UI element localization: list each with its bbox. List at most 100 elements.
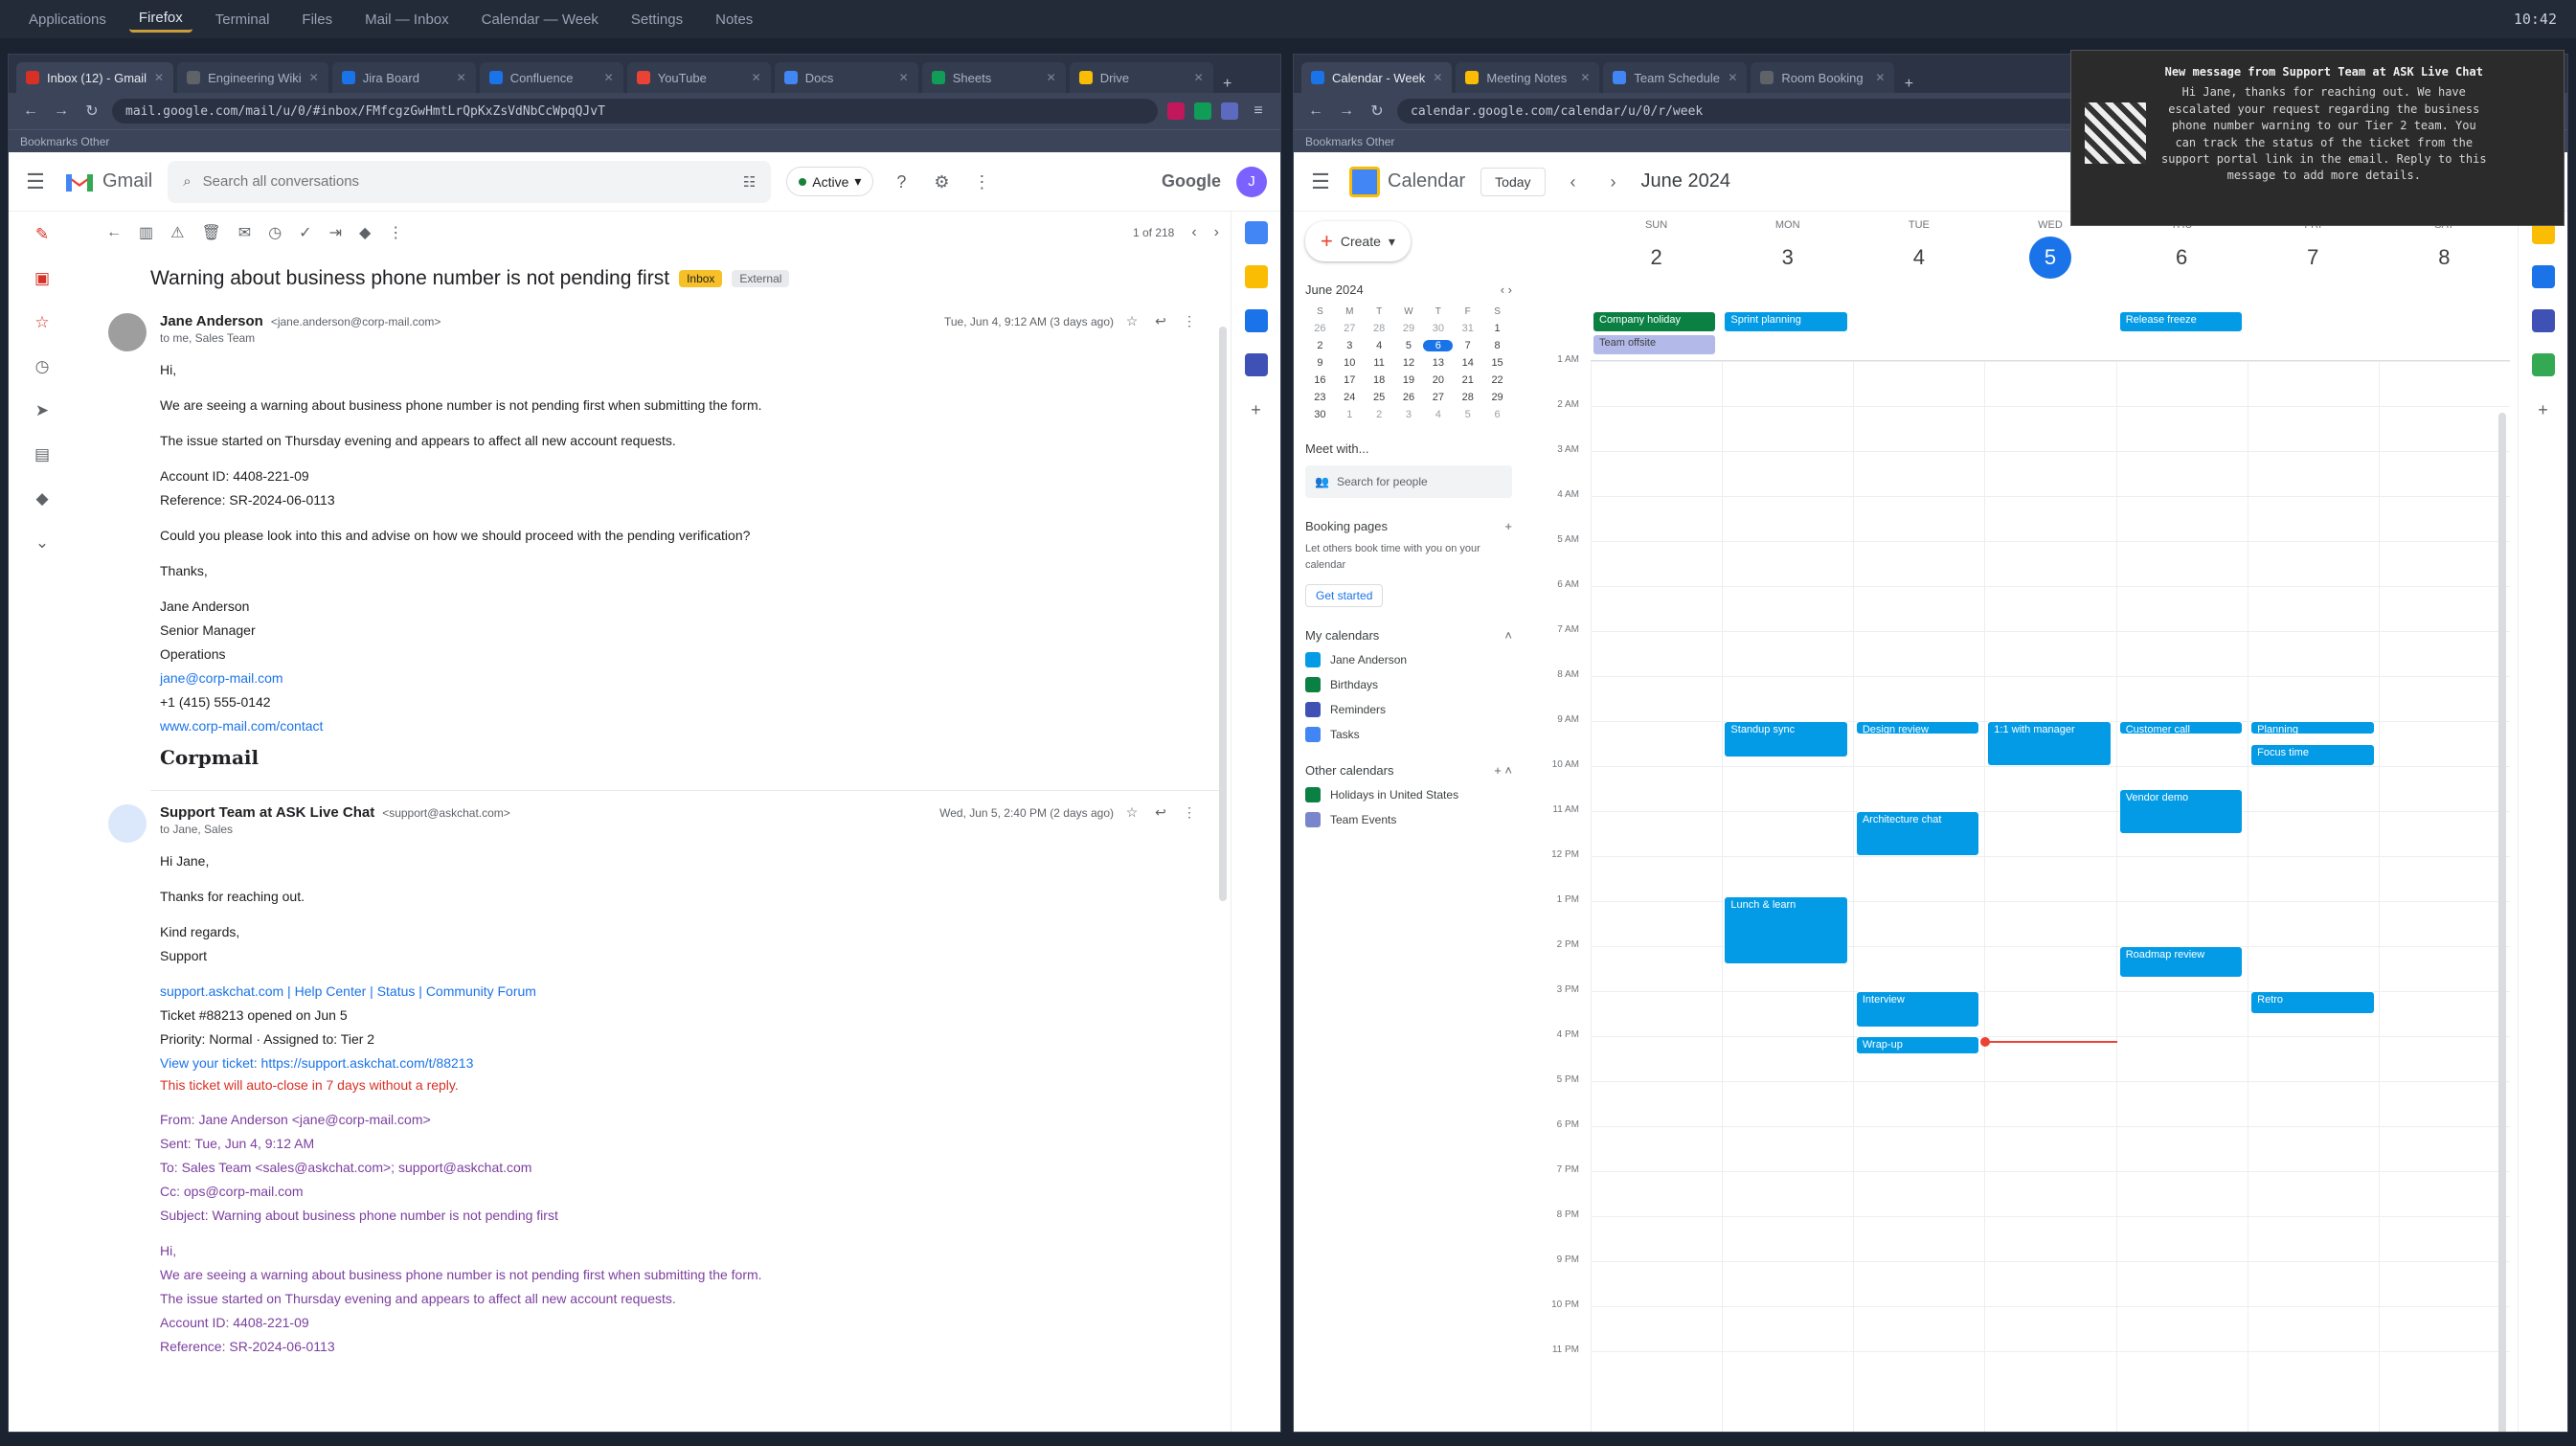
star-icon[interactable]: ☆ xyxy=(1121,804,1142,821)
inbox-icon[interactable]: ▣ xyxy=(29,265,56,292)
calendar-event[interactable]: Standup sync xyxy=(1724,721,1848,757)
extension-icon[interactable] xyxy=(1167,102,1185,120)
reply-icon[interactable]: ↩ xyxy=(1150,313,1171,329)
thread-scrollbar[interactable] xyxy=(1219,327,1227,901)
sender-avatar[interactable] xyxy=(108,313,147,351)
archive-icon[interactable]: ▥ xyxy=(139,223,153,242)
day-number[interactable]: 3 xyxy=(1767,237,1809,279)
taskbar-item[interactable]: Calendar — Week xyxy=(472,8,608,32)
search-people-field[interactable]: 👥 Search for people xyxy=(1305,465,1512,498)
starred-icon[interactable]: ☆ xyxy=(29,309,56,336)
gmail-search-input[interactable] xyxy=(202,173,732,190)
mini-day[interactable]: 23 xyxy=(1305,392,1335,403)
mini-day[interactable]: 12 xyxy=(1394,357,1424,369)
mini-day[interactable]: 30 xyxy=(1305,409,1335,420)
forward-icon[interactable]: → xyxy=(51,102,72,120)
signature-website-link[interactable]: www.corp-mail.com/contact xyxy=(160,716,1200,736)
calendar-event[interactable]: Architecture chat xyxy=(1855,811,1980,856)
recipients-line[interactable]: to Jane, Sales xyxy=(160,823,1200,836)
browser-tab[interactable]: Room Booking ✕ xyxy=(1751,62,1895,93)
calendar-app-icon[interactable] xyxy=(1244,221,1268,244)
new-tab-icon[interactable]: + xyxy=(1217,76,1238,93)
mini-day[interactable]: 20 xyxy=(1423,374,1453,386)
mini-day[interactable]: 3 xyxy=(1394,409,1424,420)
delete-icon[interactable]: 🗑 xyxy=(201,223,220,242)
mini-day[interactable]: 22 xyxy=(1482,374,1512,386)
calendar-event[interactable]: Design review xyxy=(1855,721,1980,735)
taskbar-item[interactable]: Terminal xyxy=(206,8,280,32)
tab-close-icon[interactable]: ✕ xyxy=(1047,71,1056,84)
browser-tab[interactable]: Calendar - Week ✕ xyxy=(1301,62,1453,93)
mini-day[interactable]: 18 xyxy=(1365,374,1394,386)
mini-day[interactable]: 6 xyxy=(1482,409,1512,420)
browser-tab[interactable]: Team Schedule ✕ xyxy=(1603,62,1748,93)
mini-day[interactable]: 11 xyxy=(1365,357,1394,369)
browser-tab[interactable]: YouTube ✕ xyxy=(626,62,771,93)
main-menu-icon[interactable]: ☰ xyxy=(1307,169,1334,194)
day-column-header[interactable]: WED 5 xyxy=(1984,212,2115,307)
time-grid[interactable]: 1 AM 2 AM 3 AM 4 AM 5 AM 6 AM 7 AM 8 AM 9 AM 10 A… xyxy=(1524,354,2510,1432)
add-icon[interactable]: + ˄ xyxy=(1494,763,1512,778)
calendar-event[interactable]: 1:1 with manager xyxy=(1987,721,2112,766)
mini-day[interactable]: 27 xyxy=(1423,392,1453,403)
calendar-checkbox-icon[interactable] xyxy=(1305,812,1321,827)
sender-avatar[interactable] xyxy=(108,804,147,843)
mini-day[interactable]: 13 xyxy=(1423,357,1453,369)
mini-day[interactable]: 29 xyxy=(1394,323,1424,334)
more-vert-icon[interactable]: ⋮ xyxy=(388,223,403,242)
keep-app-icon[interactable] xyxy=(1244,265,1268,288)
create-event-button[interactable]: + Create ▾ xyxy=(1305,221,1411,261)
mini-day[interactable]: 31 xyxy=(1453,323,1482,334)
sender-name[interactable]: Jane Anderson xyxy=(160,313,263,329)
taskbar-item[interactable]: Notes xyxy=(706,8,762,32)
mini-day[interactable]: 6 xyxy=(1423,340,1454,351)
contacts-app-icon[interactable] xyxy=(1244,353,1268,376)
tasks-app-icon[interactable] xyxy=(1244,309,1268,332)
mini-day[interactable]: 10 xyxy=(1335,357,1365,369)
day-column-header[interactable]: TUE 4 xyxy=(1853,212,1984,307)
calendar-event[interactable]: Wrap-up xyxy=(1855,1036,1980,1054)
mini-day[interactable]: 4 xyxy=(1423,409,1453,420)
calendar-list-item[interactable]: Tasks xyxy=(1305,727,1512,742)
mini-day[interactable]: 27 xyxy=(1335,323,1365,334)
add-addon-icon[interactable]: + xyxy=(1244,397,1269,422)
mini-day[interactable]: 29 xyxy=(1482,392,1512,403)
report-spam-icon[interactable]: ⚠ xyxy=(170,223,184,242)
mini-day[interactable]: 1 xyxy=(1335,409,1365,420)
forward-icon[interactable]: → xyxy=(1336,102,1357,120)
mini-day[interactable]: 26 xyxy=(1394,392,1424,403)
calendar-event[interactable]: Interview xyxy=(1855,991,1980,1028)
calendar-list-item[interactable]: Reminders xyxy=(1305,702,1512,717)
help-icon[interactable]: ? xyxy=(889,169,914,194)
tab-close-icon[interactable]: ✕ xyxy=(309,71,319,84)
reload-icon[interactable]: ↻ xyxy=(1367,102,1388,121)
gmail-search-box[interactable]: ⌕ ☷ xyxy=(168,160,772,203)
signature-email-link[interactable]: jane@corp-mail.com xyxy=(160,668,1200,689)
tab-close-icon[interactable]: ✕ xyxy=(604,71,614,84)
add-icon[interactable]: + xyxy=(1504,519,1512,533)
taskbar-item[interactable]: Firefox xyxy=(128,6,192,33)
calendar-list-item[interactable]: Jane Anderson xyxy=(1305,652,1512,667)
settings-gear-icon[interactable]: ⚙ xyxy=(929,169,954,194)
mini-day[interactable]: 9 xyxy=(1305,357,1335,369)
taskbar-item[interactable]: Settings xyxy=(621,8,692,32)
browser-tab[interactable]: Drive ✕ xyxy=(1069,62,1213,93)
calendar-event[interactable]: Focus time xyxy=(2250,743,2375,766)
mini-day[interactable]: 25 xyxy=(1365,392,1394,403)
calendar-event[interactable]: Planning xyxy=(2250,721,2375,735)
mini-day[interactable]: 3 xyxy=(1335,340,1365,351)
back-icon[interactable]: ← xyxy=(20,102,41,120)
mini-day[interactable]: 24 xyxy=(1335,392,1365,403)
calendar-event[interactable]: Vendor demo xyxy=(2118,788,2244,834)
snooze-icon[interactable]: ◷ xyxy=(268,223,282,242)
mini-day[interactable]: 16 xyxy=(1305,374,1335,386)
ticket-link[interactable]: View your ticket: https://support.askcha… xyxy=(160,1053,1200,1073)
tab-close-icon[interactable]: ✕ xyxy=(154,71,164,84)
menu-icon[interactable]: ≡ xyxy=(1248,102,1269,120)
day-number[interactable]: 2 xyxy=(1636,237,1678,279)
mini-day[interactable]: 26 xyxy=(1305,323,1335,334)
mini-day[interactable]: 1 xyxy=(1482,323,1512,334)
tab-close-icon[interactable]: ✕ xyxy=(1728,71,1737,84)
calendar-checkbox-icon[interactable] xyxy=(1305,727,1321,742)
calendar-scrollbar[interactable] xyxy=(2498,413,2506,1432)
